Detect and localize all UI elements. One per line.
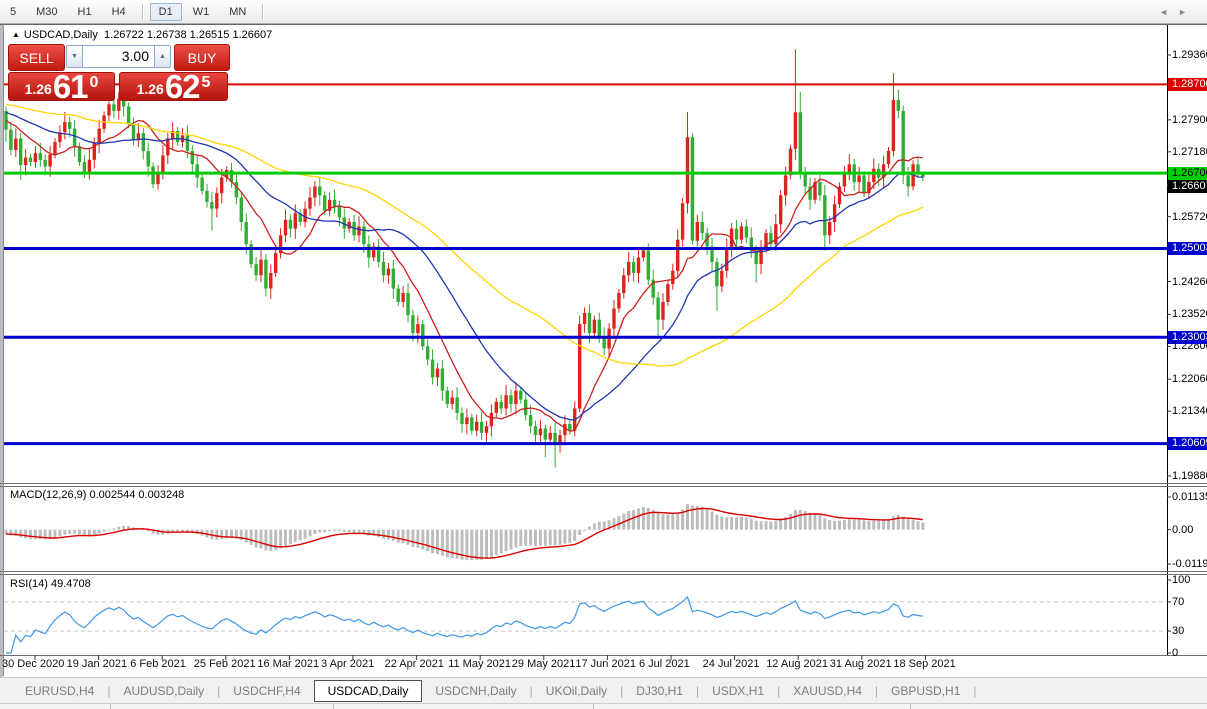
date-axis-label: 25 Feb 2021 (193, 658, 256, 670)
timeframe-button-5[interactable]: 5 (1, 3, 25, 21)
sell-price-display[interactable]: 1.26 61 0 (8, 68, 115, 105)
status-bar (0, 703, 1207, 709)
tab-scroll-arrows: ◄► (1159, 7, 1197, 17)
timeframe-button-h1[interactable]: H1 (69, 3, 101, 21)
price-axis-tick: 1.21340 (1172, 405, 1207, 418)
timeframe-button-h4[interactable]: H4 (103, 3, 135, 21)
price-axis-tick: 1.27900 (1172, 113, 1207, 126)
symbol-tab-usdchf[interactable]: USDCHF,H4 (220, 680, 313, 702)
date-axis-label: 12 Aug 2021 (766, 658, 828, 670)
timeframe-button-mn[interactable]: MN (220, 3, 255, 21)
sell-price-big: 61 (52, 68, 89, 105)
trading-terminal: 5 M30 H1 H4 D1 W1 MN ▲ USDCAD,Daily 1.26722 1.2… (0, 0, 1207, 709)
timeframe-button-m30[interactable]: M30 (27, 3, 66, 21)
one-click-trade-panel: SELL ▼ 3.00 ▲ BUY 1.26 61 0 1.26 62 5 (8, 44, 230, 105)
toolbar-separator (141, 3, 143, 20)
price-badge: 1.26607 (1168, 179, 1207, 193)
date-axis-label: 17 Jun 2021 (575, 658, 636, 670)
status-bar-divider (110, 704, 111, 709)
date-axis-label: 31 Aug 2021 (829, 658, 892, 670)
symbol-tab-usdcad[interactable]: USDCAD,Daily (313, 679, 423, 702)
toolbar-separator (262, 3, 264, 20)
chart-title: ▲ USDCAD,Daily 1.26722 1.26738 1.26515 1.… (12, 29, 272, 41)
sell-button[interactable]: SELL (8, 44, 65, 71)
sell-price-sup: 0 (89, 74, 99, 91)
buy-price-prefix: 1.26 (136, 81, 164, 97)
date-axis-label: 30 Dec 2020 (2, 658, 65, 670)
timeframe-toolbar: 5 M30 H1 H4 D1 W1 MN (0, 0, 1207, 24)
symbol-tab-dj30[interactable]: DJ30,H1 (623, 680, 696, 702)
macd-axis-tick: -0.01190 (1172, 558, 1207, 570)
tab-scroll-left-icon[interactable]: ◄ (1159, 7, 1178, 17)
buy-price-display[interactable]: 1.26 62 5 (119, 68, 228, 105)
chevron-up-icon: ▲ (159, 53, 166, 60)
date-axis-label: 22 Apr 2021 (384, 658, 444, 670)
symbol-tab-usdx[interactable]: USDX,H1 (699, 680, 777, 702)
macd-axis-tick: 0.01135 (1172, 491, 1207, 503)
buy-price-sup: 5 (201, 74, 211, 91)
collapse-triangle-icon: ▲ (12, 30, 20, 39)
timeframe-button-d1[interactable]: D1 (149, 2, 182, 21)
buy-price-big: 62 (164, 68, 201, 105)
date-axis-label: 3 Apr 2021 (321, 658, 375, 670)
symbol-tab-eurusd[interactable]: EURUSD,H4 (12, 680, 107, 702)
price-badge: 1.28700 (1168, 77, 1207, 91)
status-bar-divider (910, 704, 911, 709)
price-badge: 1.25003 (1168, 242, 1207, 255)
rsi-axis-tick: 0 (1172, 647, 1179, 659)
price-axis-tick: 1.19880 (1172, 470, 1207, 482)
date-axis-label: 11 May 2021 (448, 658, 511, 670)
price-axis-tick: 1.24260 (1172, 275, 1207, 288)
tab-scroll-right-icon[interactable]: ► (1178, 7, 1197, 17)
date-axis-label: 24 Jul 2021 (702, 658, 760, 670)
macd-axis-tick: 0.00 (1172, 523, 1194, 536)
status-bar-divider (593, 704, 594, 709)
price-axis-tick: 1.29360 (1172, 49, 1207, 61)
buy-button[interactable]: BUY (174, 44, 230, 71)
chart-symbol-label: USDCAD,Daily (23, 29, 98, 41)
rsi-axis-tick: 30 (1172, 625, 1185, 638)
symbol-tab-gbpusd[interactable]: GBPUSD,H1 (878, 680, 973, 702)
symbol-tab-xauusd[interactable]: XAUUSD,H4 (780, 680, 875, 702)
symbol-tab-ukoil[interactable]: UKOil,Daily (533, 680, 620, 702)
sell-price-prefix: 1.26 (24, 81, 52, 97)
volume-decrease-button[interactable]: ▼ (66, 45, 83, 68)
symbol-tab-usdcnh[interactable]: USDCNH,Daily (422, 680, 529, 702)
rsi-label: RSI(14) 49.4708 (10, 578, 91, 590)
price-badge: 1.26700 (1168, 166, 1207, 180)
date-axis-label: 6 Jul 2021 (639, 658, 690, 670)
chevron-down-icon: ▼ (71, 53, 78, 60)
rsi-axis-tick: 70 (1172, 595, 1185, 608)
status-bar-divider (333, 704, 334, 709)
volume-input[interactable]: 3.00 (83, 45, 154, 68)
timeframe-button-w1[interactable]: W1 (184, 3, 219, 21)
price-axis-tick: 1.23520 (1172, 308, 1207, 321)
macd-label: MACD(12,26,9) 0.002544 0.003248 (10, 489, 185, 501)
date-axis-label: 16 Mar 2021 (257, 658, 320, 670)
price-badge: 1.20609 (1168, 437, 1207, 451)
date-axis-label: 29 May 2021 (511, 658, 576, 670)
symbol-tab-bar: EURUSD,H4 | AUDUSD,Daily | USDCHF,H4 USDCAD,D… (0, 677, 1207, 703)
date-axis-label: 18 Sep 2021 (893, 658, 956, 670)
price-axis-tick: 1.25720 (1172, 210, 1207, 223)
date-axis-label: 6 Feb 2021 (130, 658, 186, 670)
rsi-axis-tick: 100 (1172, 574, 1191, 586)
price-axis-tick: 1.22060 (1172, 373, 1207, 386)
volume-increase-button[interactable]: ▲ (154, 45, 171, 68)
tab-separator: | (973, 683, 977, 698)
price-badge: 1.23003 (1168, 330, 1207, 344)
chart-window (0, 24, 1207, 677)
price-axis-tick: 1.27180 (1172, 145, 1207, 158)
symbol-tab-audusd[interactable]: AUDUSD,Daily (110, 680, 217, 702)
date-axis-label: 19 Jan 2021 (66, 658, 128, 670)
chart-ohlc-values: 1.26722 1.26738 1.26515 1.26607 (104, 29, 273, 41)
